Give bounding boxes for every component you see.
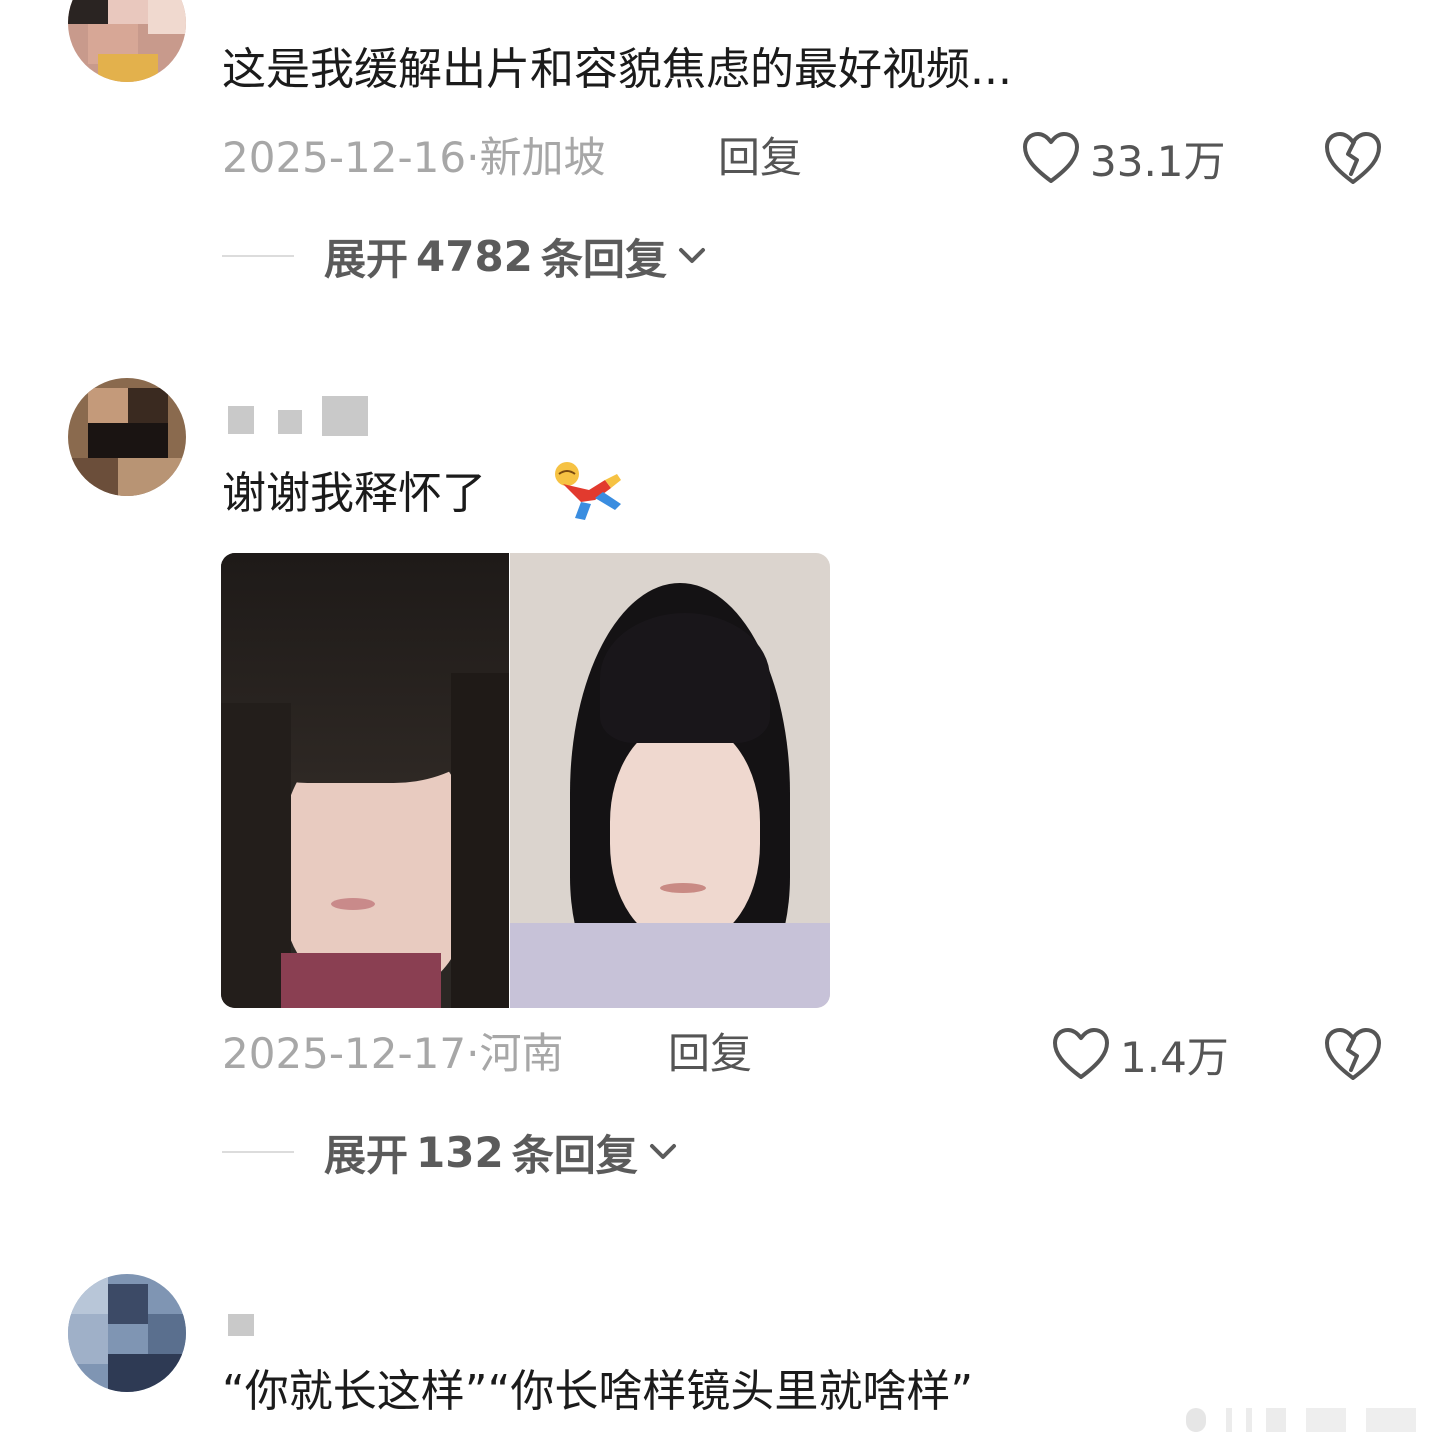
avatar[interactable] [68, 1274, 186, 1392]
watermark [1186, 1408, 1416, 1432]
username-blurred [228, 1314, 258, 1354]
comment-3: “你就长这样”“你长啥样镜头里就啥样” [0, 0, 1440, 1448]
comment-text: “你就长这样”“你长啥样镜头里就啥样” [222, 1366, 974, 1417]
